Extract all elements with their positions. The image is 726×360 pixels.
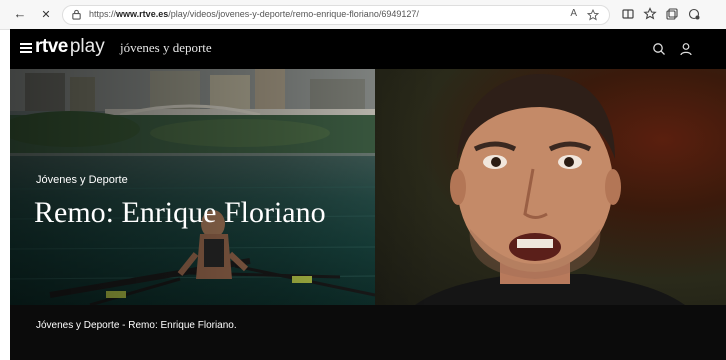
rtve-play-logo[interactable]: rtve play <box>35 36 105 58</box>
hero-kicker[interactable]: Jóvenes y Deporte <box>36 174 128 186</box>
collections-icon[interactable] <box>664 6 680 22</box>
section-link-jovenes-y-deporte[interactable]: jóvenes y deporte <box>120 40 212 56</box>
read-aloud-icon[interactable]: A <box>570 8 577 19</box>
extensions-icon[interactable] <box>686 6 702 22</box>
hero-banner[interactable]: Jóvenes y Deporte Remo: Enrique Floriano <box>10 69 726 305</box>
close-icon: ✕ <box>41 9 51 21</box>
hero-title: Remo: Enrique Floriano <box>34 196 326 229</box>
favorite-star-icon[interactable] <box>587 9 599 21</box>
site-header: rtve play jóvenes y deporte <box>10 29 726 69</box>
search-icon[interactable] <box>651 41 667 57</box>
video-description: Jóvenes y Deporte - Remo: Enrique Floria… <box>36 320 237 331</box>
rtve-play-page: rtve play jóvenes y deporte Jóvenes y De… <box>10 29 726 360</box>
url-text: https://www.rtve.es/play/videos/jovenes-… <box>89 9 419 19</box>
browser-toolbar: ← ✕ https://www.rtve.es/play/videos/jove… <box>0 0 726 30</box>
favorites-icon[interactable] <box>642 6 658 22</box>
back-button[interactable]: ← <box>12 6 28 22</box>
user-icon[interactable] <box>678 41 694 57</box>
close-tab-button[interactable]: ✕ <box>38 6 54 22</box>
hero-gradient-overlay <box>10 69 726 305</box>
address-bar[interactable]: https://www.rtve.es/play/videos/jovenes-… <box>62 5 610 25</box>
split-screen-icon[interactable] <box>620 6 636 22</box>
lock-icon <box>72 9 81 20</box>
menu-icon[interactable] <box>20 43 32 53</box>
back-icon: ← <box>13 6 27 21</box>
